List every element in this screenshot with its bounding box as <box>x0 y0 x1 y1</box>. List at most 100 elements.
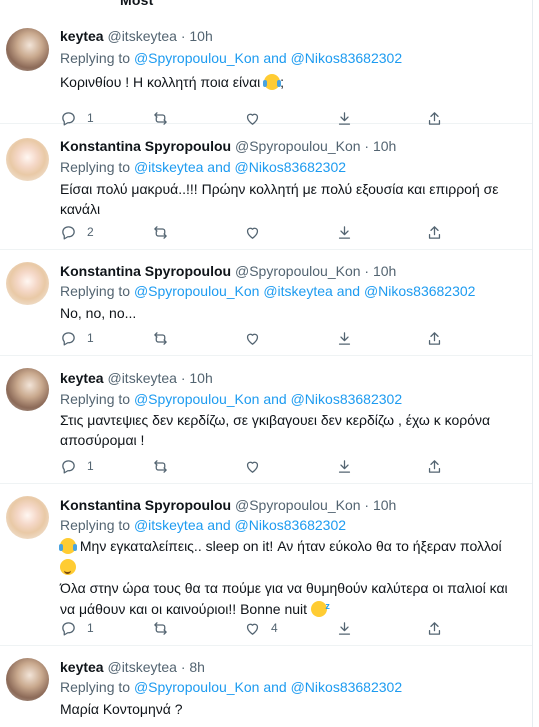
heart-icon <box>246 227 259 239</box>
replying-to-link[interactable]: @Spyropoulou_Kon and @Nikos83682302 <box>134 50 402 66</box>
replying-to: Replying to @Spyropoulou_Kon and @Nikos8… <box>60 391 402 407</box>
reply-button[interactable]: 1 <box>60 456 94 476</box>
replying-to-link[interactable]: @itskeytea and @Nikos83682302 <box>134 159 346 175</box>
reply-button[interactable]: 1 <box>60 618 94 638</box>
avatar[interactable] <box>6 28 49 71</box>
retweet-button[interactable] <box>152 328 179 348</box>
replying-to-link[interactable]: @Spyropoulou_Kon and @Nikos83682302 <box>134 391 402 407</box>
tweet[interactable]: Konstantina Spyropoulou @Spyropoulou_Kon… <box>0 484 532 646</box>
share-button[interactable] <box>426 456 443 476</box>
author-handle[interactable]: @itskeytea <box>107 370 176 386</box>
replying-to: Replying to @itskeytea and @Nikos8368230… <box>60 159 346 175</box>
share-icon <box>428 621 441 635</box>
reply-button[interactable]: 1 <box>60 328 94 348</box>
like-button[interactable] <box>244 222 271 242</box>
replying-label: Replying to <box>60 517 131 533</box>
author-handle[interactable]: @itskeytea <box>107 28 176 44</box>
tweet-text-line: No, no, no... <box>60 305 137 321</box>
author-name[interactable]: keytea <box>60 28 104 44</box>
tweet-actions: 1 4 <box>60 618 460 638</box>
tweet-time[interactable]: · 8h <box>181 659 205 675</box>
tweet-actions: 1 <box>60 328 460 348</box>
tweet[interactable]: keytea @itskeytea · 10h Replying to @Spy… <box>0 356 532 484</box>
tweet-actions: 2 <box>60 222 460 242</box>
tweet-time[interactable]: · 10h <box>364 497 396 513</box>
share-icon <box>428 331 441 345</box>
views-button[interactable] <box>336 328 353 348</box>
views-button[interactable] <box>336 456 353 476</box>
replying-to: Replying to @Spyropoulou_Kon and @Nikos8… <box>60 679 402 695</box>
reply-button[interactable]: 2 <box>60 222 94 242</box>
tweet-text-line: Μαρία Κοντομηνά ? <box>60 701 183 717</box>
tweet[interactable]: keytea @itskeytea · 10h Replying to @Spy… <box>0 14 532 126</box>
author-name[interactable]: Konstantina Spyropoulou <box>60 263 231 279</box>
author-name[interactable]: Konstantina Spyropoulou <box>60 138 231 154</box>
views-button[interactable] <box>336 222 353 242</box>
reply-icon <box>62 459 75 474</box>
reply-icon <box>62 331 75 346</box>
reply-icon <box>62 225 75 240</box>
replying-label: Replying to <box>60 283 131 299</box>
replying-to-link[interactable]: @Spyropoulou_Kon and @Nikos83682302 <box>134 679 402 695</box>
share-icon <box>428 459 441 473</box>
replying-to: Replying to @Spyropoulou_Kon @itskeytea … <box>60 283 475 299</box>
like-button[interactable] <box>244 328 271 348</box>
author-handle[interactable]: @itskeytea <box>107 659 176 675</box>
share-button[interactable] <box>426 618 443 638</box>
avatar[interactable] <box>6 138 49 181</box>
avatar[interactable] <box>6 496 49 539</box>
retweet-icon <box>154 459 167 473</box>
share-button[interactable] <box>426 222 443 242</box>
author-handle[interactable]: @Spyropoulou_Kon <box>235 138 361 154</box>
tweet-text-line: αποσύρομαι ! <box>60 432 145 448</box>
replying-label: Replying to <box>60 159 131 175</box>
tweet-header: Konstantina Spyropoulou @Spyropoulou_Kon… <box>60 138 396 154</box>
tweet-time[interactable]: · 10h <box>364 263 396 279</box>
author-handle[interactable]: @Spyropoulou_Kon <box>235 263 361 279</box>
tweet-header: Konstantina Spyropoulou @Spyropoulou_Kon… <box>60 497 396 513</box>
avatar[interactable] <box>6 368 49 411</box>
tweet[interactable]: Konstantina Spyropoulou @Spyropoulou_Kon… <box>0 124 532 250</box>
tweet-text: Είσαι πολύ μακρυά..!!! Πρώην κολλητή με … <box>60 179 520 219</box>
share-button[interactable] <box>426 328 443 348</box>
tweet-header: keytea @itskeytea · 10h <box>60 28 213 44</box>
header-fragment: Most <box>120 0 154 8</box>
tweet-text-line: να μάθουν και οι καινούριοι!! Bonne nuit <box>60 596 520 620</box>
wink-emoji-icon <box>60 559 76 575</box>
heart-icon <box>246 623 259 635</box>
heart-icon <box>246 461 259 473</box>
author-name[interactable]: Konstantina Spyropoulou <box>60 497 231 513</box>
tweet-actions: 1 <box>60 456 460 476</box>
tweet-text-line: Είσαι πολύ μακρυά..!!! Πρώην κολλητή με … <box>60 181 499 197</box>
tweet-time[interactable]: · 10h <box>181 28 213 44</box>
download-icon <box>338 621 351 635</box>
tweet-text: Κορινθίου ! Η κολλητή ποια είναι ; <box>60 72 520 92</box>
tweet-text-span: Μην εγκαταλείπεις.. sleep on it! Αν ήταν… <box>79 538 502 554</box>
views-button[interactable] <box>336 618 353 638</box>
tweet-text-span: να μάθουν και οι καινούριοι!! Bonne nuit <box>60 601 308 617</box>
download-icon <box>338 225 351 239</box>
tweet-time[interactable]: · 10h <box>364 138 396 154</box>
like-count: 4 <box>271 621 278 635</box>
tweet[interactable]: keytea @itskeytea · 8h Replying to @Spyr… <box>0 646 532 727</box>
retweet-button[interactable] <box>152 222 179 242</box>
author-name[interactable]: keytea <box>60 659 104 675</box>
share-icon <box>428 225 441 239</box>
tweet-time[interactable]: · 10h <box>181 370 213 386</box>
tweet[interactable]: Konstantina Spyropoulou @Spyropoulou_Kon… <box>0 250 532 356</box>
reply-count: 1 <box>87 459 94 473</box>
like-button[interactable]: 4 <box>244 618 278 638</box>
retweet-icon <box>154 331 167 345</box>
replying-to-link[interactable]: @itskeytea and @Nikos83682302 <box>134 517 346 533</box>
retweet-icon <box>154 225 167 239</box>
author-handle[interactable]: @Spyropoulou_Kon <box>235 497 361 513</box>
replying-label: Replying to <box>60 50 131 66</box>
retweet-button[interactable] <box>152 456 179 476</box>
avatar[interactable] <box>6 658 49 701</box>
tweet-header: Konstantina Spyropoulou @Spyropoulou_Kon… <box>60 263 396 279</box>
like-button[interactable] <box>244 456 271 476</box>
author-name[interactable]: keytea <box>60 370 104 386</box>
retweet-button[interactable] <box>152 618 179 638</box>
replying-to-link[interactable]: @Spyropoulou_Kon @itskeytea and @Nikos83… <box>134 283 476 299</box>
avatar[interactable] <box>6 262 49 305</box>
